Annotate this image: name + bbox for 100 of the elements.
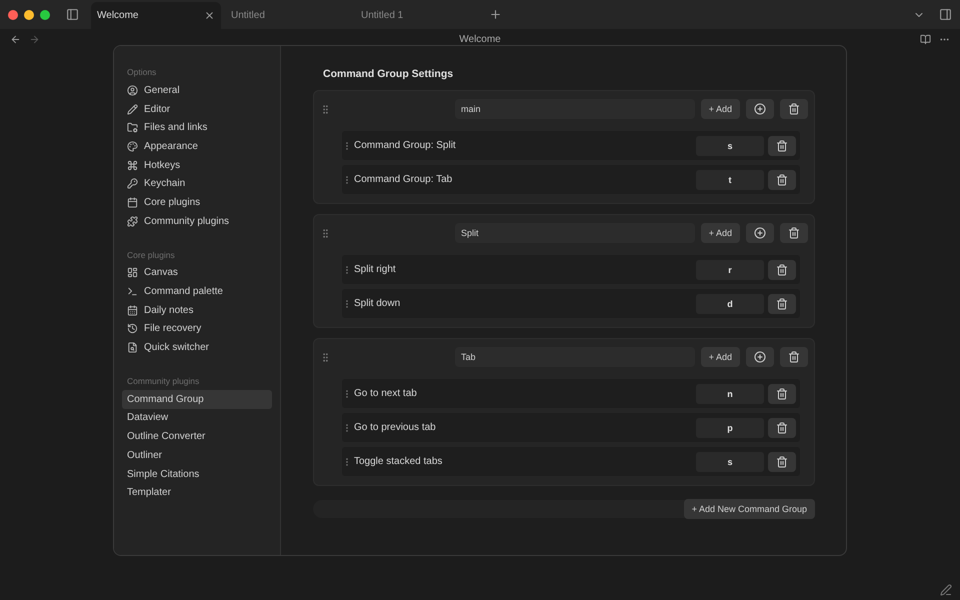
hotkey-field[interactable]: s bbox=[696, 136, 764, 156]
sidebar-item[interactable]: Dataview bbox=[122, 408, 272, 428]
sidebar-item[interactable]: Quick switcher bbox=[122, 338, 272, 357]
drag-handle-icon[interactable] bbox=[320, 352, 331, 362]
hotkey-field[interactable]: s bbox=[696, 452, 764, 472]
trash-icon bbox=[776, 388, 788, 400]
trash-icon bbox=[776, 422, 788, 434]
add-button[interactable]: + Add bbox=[700, 347, 740, 367]
command-name: Command Group: Split bbox=[354, 140, 457, 151]
group-name-field[interactable]: Split bbox=[455, 223, 695, 243]
delete-button[interactable] bbox=[768, 452, 796, 472]
sidebar-item[interactable]: Command Group bbox=[122, 390, 272, 409]
history-icon bbox=[127, 323, 138, 334]
sidebar-item[interactable]: Keychain bbox=[122, 174, 272, 194]
delete-button[interactable] bbox=[780, 347, 808, 367]
settings-heading: Command Group Settings bbox=[322, 67, 454, 82]
sidebar-item[interactable]: Templater bbox=[122, 483, 272, 502]
tab[interactable]: Untitled bbox=[225, 2, 351, 29]
note-title: Welcome bbox=[458, 34, 502, 44]
trash-icon bbox=[776, 298, 788, 310]
command-name: Go to next tab bbox=[354, 388, 418, 399]
sidebar-item[interactable]: Appearance bbox=[122, 137, 272, 156]
sidebar-item[interactable]: Editor bbox=[122, 100, 272, 118]
command-key-icon bbox=[127, 160, 138, 171]
command-name: Command Group: Tab bbox=[354, 174, 454, 185]
sidebar-item[interactable]: Outline Converter bbox=[122, 427, 272, 446]
trash-icon bbox=[788, 351, 800, 363]
trash-icon bbox=[776, 456, 788, 468]
drag-handle-icon[interactable] bbox=[320, 228, 331, 238]
trash-icon bbox=[776, 140, 788, 152]
puzzle-icon bbox=[127, 216, 138, 227]
file-search-icon bbox=[127, 342, 138, 354]
delete-button[interactable] bbox=[780, 223, 808, 243]
sidebar-item[interactable]: Canvas bbox=[122, 264, 272, 282]
tab[interactable]: Untitled 1 bbox=[355, 2, 481, 29]
delete-button[interactable] bbox=[768, 294, 796, 314]
add-group-button[interactable]: + Add New Command Group bbox=[684, 499, 815, 519]
section-heading: Community plugins bbox=[126, 374, 200, 388]
delete-button[interactable] bbox=[768, 384, 796, 404]
folder-icon bbox=[127, 122, 138, 134]
add-circle-button[interactable] bbox=[746, 223, 774, 243]
hotkey-field[interactable]: p bbox=[696, 418, 764, 438]
group-name-field[interactable]: Tab bbox=[455, 347, 695, 367]
trash-icon bbox=[776, 264, 788, 276]
sidebar-item[interactable]: Outliner bbox=[122, 446, 272, 465]
close-icon[interactable] bbox=[204, 10, 215, 21]
trash-icon bbox=[776, 174, 788, 186]
sidebar-item[interactable]: General bbox=[122, 81, 272, 100]
command-name: Split down bbox=[354, 298, 402, 309]
maximize-window-button[interactable] bbox=[40, 10, 50, 20]
close-window-button[interactable] bbox=[8, 10, 18, 20]
user-circle-icon bbox=[127, 84, 138, 96]
command-name: Go to previous tab bbox=[354, 422, 437, 433]
delete-button[interactable] bbox=[768, 136, 796, 156]
section-heading: Options bbox=[126, 66, 158, 79]
sidebar-item[interactable]: Hotkeys bbox=[122, 156, 272, 174]
tab[interactable]: Welcome bbox=[91, 2, 221, 29]
plus-circle-icon bbox=[754, 227, 766, 239]
sidebar-item[interactable]: Community plugins bbox=[122, 212, 272, 230]
sidebar-item[interactable]: File recovery bbox=[122, 320, 272, 338]
hotkey-field[interactable]: n bbox=[696, 384, 764, 404]
pencil-icon bbox=[127, 104, 138, 115]
plus-circle-icon bbox=[754, 103, 766, 115]
sidebar-item[interactable]: Daily notes bbox=[122, 300, 272, 320]
palette-icon bbox=[127, 140, 138, 152]
sidebar-toggle-icon[interactable] bbox=[66, 8, 79, 21]
hotkey-field[interactable]: t bbox=[696, 170, 764, 190]
group-name-field[interactable]: main bbox=[455, 99, 695, 119]
hotkey-field[interactable]: d bbox=[696, 294, 764, 314]
section-heading: Core plugins bbox=[126, 248, 176, 262]
hotkey-field[interactable]: r bbox=[696, 260, 764, 280]
sidebar-item[interactable]: Command palette bbox=[122, 282, 272, 301]
delete-button[interactable] bbox=[768, 418, 796, 438]
delete-button[interactable] bbox=[768, 260, 796, 280]
add-button[interactable]: + Add bbox=[700, 223, 740, 243]
calendar-icon bbox=[127, 304, 138, 316]
new-tab-icon[interactable] bbox=[489, 8, 502, 21]
calendar-icon bbox=[127, 196, 138, 208]
grid-icon bbox=[127, 267, 138, 278]
command-name: Toggle stacked tabs bbox=[354, 456, 444, 467]
trash-icon bbox=[788, 103, 800, 115]
back-icon[interactable] bbox=[10, 34, 21, 44]
trash-icon bbox=[788, 227, 800, 239]
minimize-window-button[interactable] bbox=[24, 10, 34, 20]
key-icon bbox=[127, 178, 138, 190]
delete-button[interactable] bbox=[780, 99, 808, 119]
sidebar-item[interactable]: Simple Citations bbox=[122, 464, 272, 484]
plus-circle-icon bbox=[754, 351, 766, 363]
sidebar-item[interactable]: Core plugins bbox=[122, 193, 272, 212]
sidebar-item[interactable]: Files and links bbox=[122, 118, 272, 138]
pen-icon[interactable] bbox=[940, 584, 952, 596]
sidebar-toggle-icon[interactable] bbox=[939, 8, 952, 21]
delete-button[interactable] bbox=[768, 170, 796, 190]
terminal-icon bbox=[127, 286, 138, 298]
add-button[interactable]: + Add bbox=[700, 99, 740, 119]
book-icon[interactable] bbox=[920, 34, 931, 44]
add-circle-button[interactable] bbox=[746, 99, 774, 119]
drag-handle-icon[interactable] bbox=[320, 104, 331, 114]
command-name: Split right bbox=[354, 264, 397, 275]
add-circle-button[interactable] bbox=[746, 347, 774, 367]
